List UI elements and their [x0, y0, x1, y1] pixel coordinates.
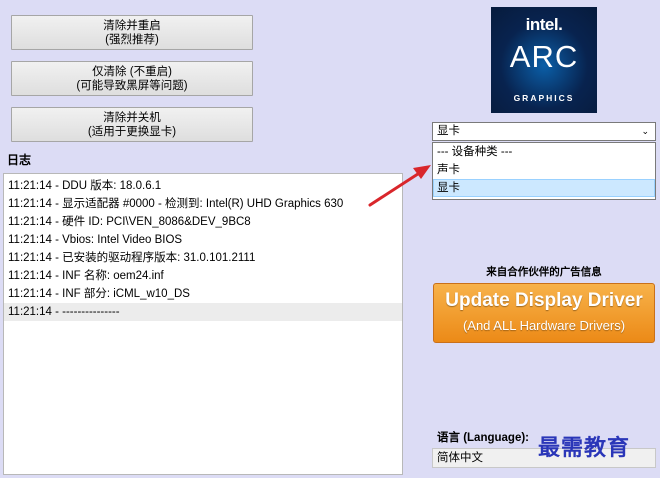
log-row: 11:21:14 - 已安装的驱动程序版本: 31.0.101.2111: [8, 252, 256, 264]
ad-subline: (And ALL Hardware Drivers): [462, 318, 626, 333]
arrow-head: [413, 165, 431, 179]
log-row: 11:21:14 - DDU 版本: 18.0.6.1: [8, 180, 162, 192]
log-row: 11:21:14 - Vbios: Intel Video BIOS: [8, 234, 183, 246]
clean-and-restart-button[interactable]: 清除并重启 (强烈推荐): [11, 15, 253, 50]
logo-product: ARC: [509, 39, 579, 74]
log-row: 11:21:14 - 硬件 ID: PCI\VEN_8086&DEV_9BC8: [8, 216, 251, 228]
clean-only-label: 仅清除 (不重启): [92, 65, 172, 78]
log-row-selected: 11:21:14 - ---------------: [4, 303, 402, 321]
ad-headline: Update Display Driver: [445, 290, 643, 311]
log-list[interactable]: 11:21:14 - DDU 版本: 18.0.6.1 11:21:14 - 显…: [3, 173, 403, 475]
log-row: 11:21:14 - 显示适配器 #0000 - 检测到: Intel(R) U…: [8, 198, 344, 210]
clean-and-shutdown-button[interactable]: 清除并关机 (适用于更换显卡): [11, 107, 253, 142]
clean-only-note: (可能导致黑屏等问题): [76, 79, 188, 92]
log-label: 日志: [7, 153, 32, 167]
device-type-dropdown[interactable]: --- 设备种类 --- 声卡 显卡: [432, 142, 656, 200]
clean-and-shutdown-note: (适用于更换显卡): [87, 125, 177, 138]
ad-label: 来自合作伙伴的广告信息: [486, 266, 602, 278]
logo-brand: intel.: [525, 15, 563, 34]
chevron-down-icon[interactable]: ⌄: [641, 123, 649, 140]
logo-sub: GRAPHICS: [513, 93, 575, 103]
device-type-option-gpu[interactable]: 显卡: [433, 179, 655, 197]
device-type-select[interactable]: 显卡 ⌄: [432, 122, 656, 141]
intel-arc-graphics-logo: intel. ARC GRAPHICS: [491, 7, 597, 113]
clean-and-restart-label: 清除并重启: [103, 19, 161, 32]
clean-only-button[interactable]: 仅清除 (不重启) (可能导致黑屏等问题): [11, 61, 253, 96]
device-type-option-audio[interactable]: 声卡: [433, 161, 655, 179]
language-label: 语言 (Language):: [437, 432, 529, 444]
clean-and-shutdown-label: 清除并关机: [103, 111, 161, 124]
watermark: 最需教育: [538, 435, 631, 461]
log-row: 11:21:14 - INF 名称: oem24.inf: [8, 270, 164, 282]
device-type-option-header[interactable]: --- 设备种类 ---: [433, 143, 655, 161]
log-row: 11:21:14 - INF 部分: iCML_w10_DS: [8, 288, 190, 300]
device-type-selected: 显卡: [437, 125, 460, 137]
clean-and-restart-note: (强烈推荐): [105, 33, 159, 46]
update-driver-ad-banner[interactable]: Update Display Driver (And ALL Hardware …: [433, 283, 655, 343]
